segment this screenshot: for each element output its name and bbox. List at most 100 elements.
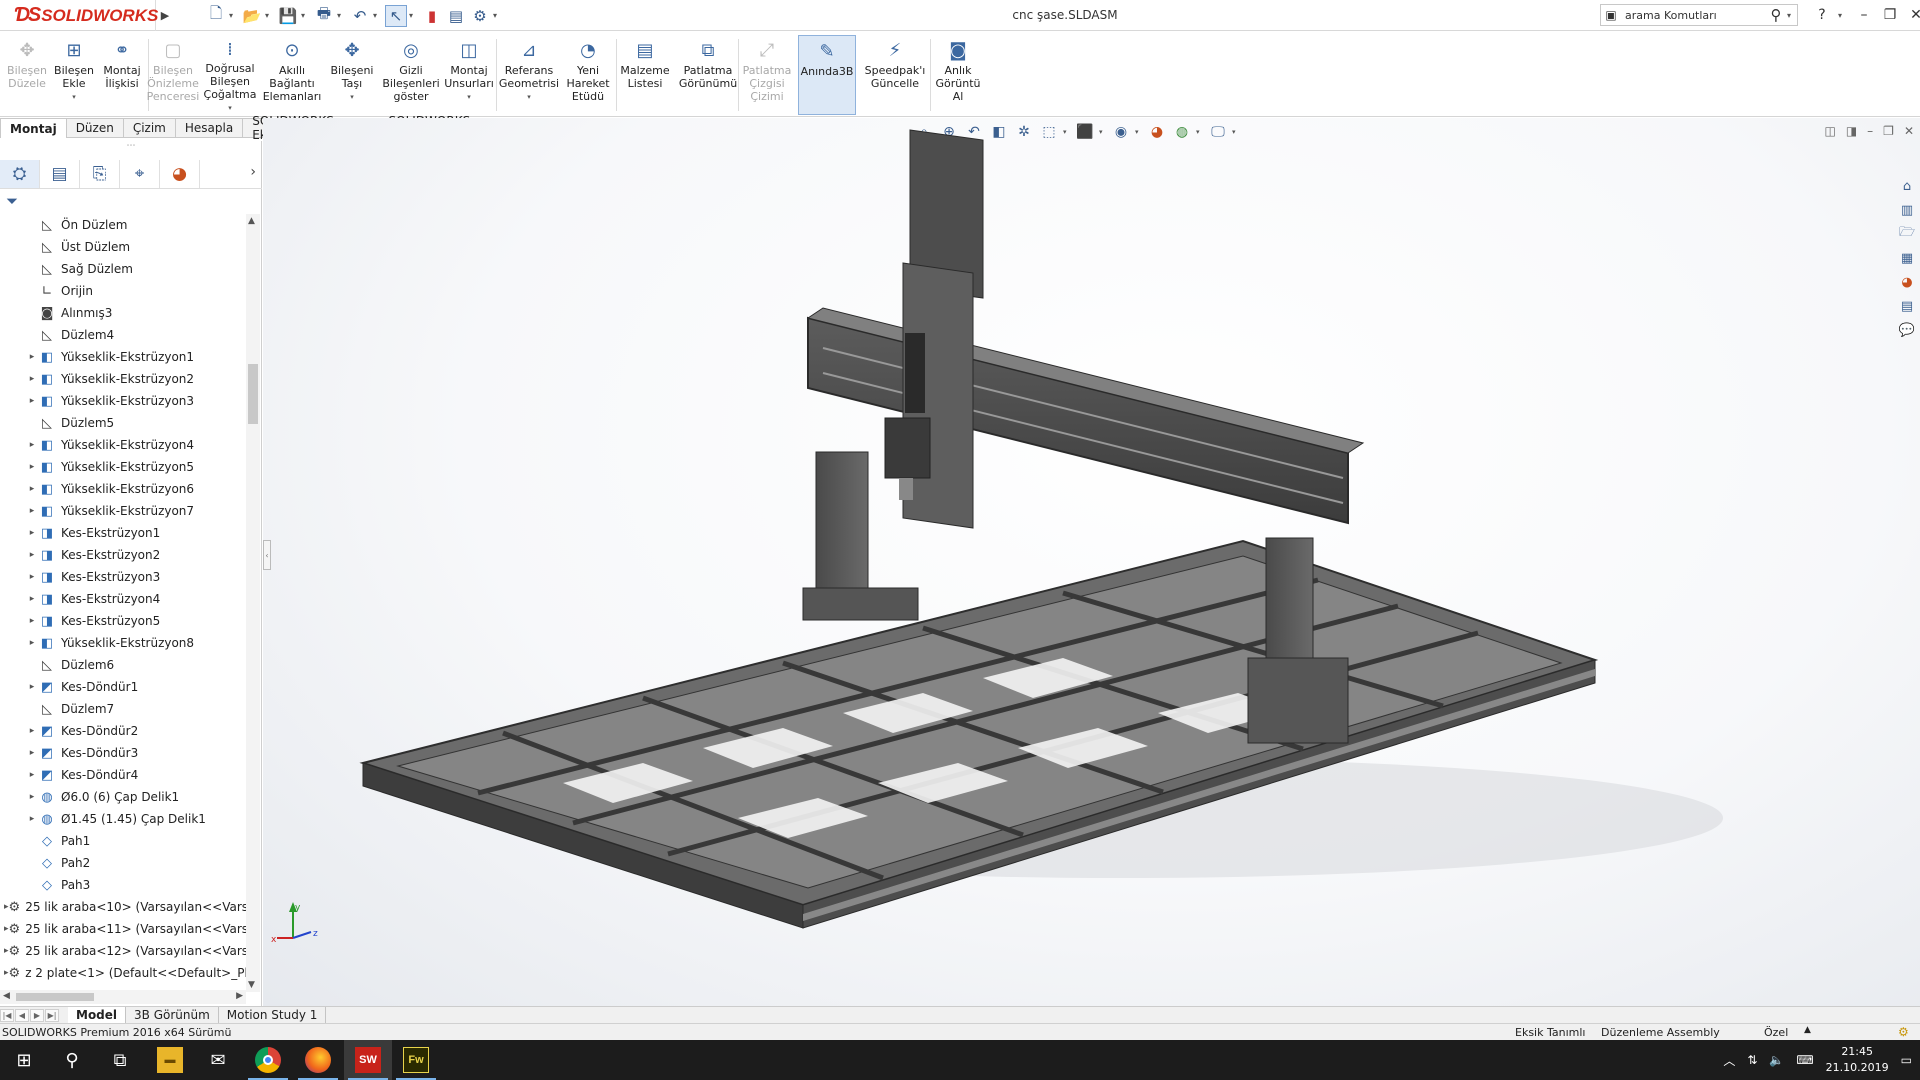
chrome-icon[interactable] xyxy=(244,1040,292,1080)
tree-item[interactable]: ▸ ⚙ z 2 plate<1> (Default<<Default>_Pho xyxy=(0,962,246,984)
search-dropdown[interactable]: ▾ xyxy=(1787,11,1797,20)
tree-item[interactable]: ◺ Düzlem4 xyxy=(0,324,246,346)
save-dropdown[interactable]: ▾ xyxy=(301,11,311,20)
options-gear-icon[interactable]: ⚙ xyxy=(469,5,491,27)
tree-item[interactable]: ▸ ◩ Kes-Döndür4 xyxy=(0,764,246,786)
expand-arrow-icon[interactable]: ▸ xyxy=(26,792,38,802)
tree-item[interactable]: ▸ ⚙ 25 lik araba<11> (Varsayılan<<Varsay xyxy=(0,918,246,940)
scroll-down-arrow[interactable]: ▼ xyxy=(248,980,255,990)
ribbon-button-reference-geometry[interactable]: ⊿ Referans Geometrisi ▾ xyxy=(498,35,560,115)
tray-expand-icon[interactable]: ︿ xyxy=(1723,1052,1735,1069)
ribbon-button-motion-study[interactable]: ◔ Yeni Hareket Etüdü xyxy=(562,35,614,115)
ribbon-button-linear-pattern[interactable]: ⁞ Doğrusal Bileşen Çoğaltma ▾ xyxy=(200,35,260,115)
configuration-manager-tab-icon[interactable]: ⎘ xyxy=(80,159,120,188)
tree-item[interactable]: ◺ Sağ Düzlem xyxy=(0,258,246,280)
tree-item[interactable]: ▸ ◧ Yükseklik-Ekstrüzyon1 xyxy=(0,346,246,368)
scroll-right-arrow[interactable]: ▶ xyxy=(236,991,243,1001)
expand-arrow-icon[interactable]: ▸ xyxy=(26,770,38,780)
expand-arrow-icon[interactable]: ▸ xyxy=(26,726,38,736)
tree-item[interactable]: ∟ Orijin xyxy=(0,280,246,302)
undo-icon[interactable]: ↶ xyxy=(349,5,371,27)
scroll-up-arrow[interactable]: ▲ xyxy=(248,216,255,226)
panel-grip[interactable]: ⋯ xyxy=(0,141,262,155)
save-icon[interactable]: 💾 xyxy=(277,5,299,27)
undo-dropdown[interactable]: ▾ xyxy=(373,11,383,20)
tree-item[interactable]: ▸ ◨ Kes-Ekstrüzyon2 xyxy=(0,544,246,566)
dimxpert-tab-icon[interactable]: ⌖ xyxy=(120,159,160,188)
bottom-tab-motion-study-1[interactable]: Motion Study 1 xyxy=(219,1007,327,1023)
ribbon-button-component-preview[interactable]: ▢ Bileşen Önizleme Penceresi xyxy=(146,35,200,115)
tab-hesapla[interactable]: Hesapla xyxy=(175,118,244,138)
expand-arrow-icon[interactable]: ▸ xyxy=(26,506,38,516)
cnc-chassis-model[interactable] xyxy=(263,118,1920,1006)
expand-arrow-icon[interactable]: ▸ xyxy=(26,374,38,384)
tree-item[interactable]: ◺ Düzlem5 xyxy=(0,412,246,434)
expand-arrow-icon[interactable]: ▸ xyxy=(26,638,38,648)
tree-item[interactable]: ▸ ◨ Kes-Ekstrüzyon3 xyxy=(0,566,246,588)
new-document-icon[interactable]: 🗋 xyxy=(205,4,227,27)
search-icon[interactable]: ⚲ xyxy=(48,1040,96,1080)
tree-item[interactable]: ▸ ◧ Yükseklik-Ekstrüzyon3 xyxy=(0,390,246,412)
tree-item[interactable]: ▸ ◧ Yükseklik-Ekstrüzyon4 xyxy=(0,434,246,456)
chevron-down-icon[interactable]: ▾ xyxy=(527,91,531,104)
expand-arrow-icon[interactable]: ▸ xyxy=(26,352,38,362)
volume-icon[interactable]: 🔈 xyxy=(1769,1053,1784,1067)
tree-item[interactable]: ▸ ⚙ 25 lik araba<10> (Varsayılan<<Varsay xyxy=(0,896,246,918)
new-dropdown[interactable]: ▾ xyxy=(229,11,239,20)
ribbon-button-insert-component[interactable]: ⊞ Bileşen Ekle ▾ xyxy=(52,35,96,115)
tree-item[interactable]: ▸ ◨ Kes-Ekstrüzyon1 xyxy=(0,522,246,544)
expand-arrow-icon[interactable]: ▸ xyxy=(26,748,38,758)
chevron-down-icon[interactable]: ▾ xyxy=(72,91,76,104)
units-up-arrow[interactable]: ▲ xyxy=(1804,1025,1811,1035)
help-icon[interactable]: ? xyxy=(1812,7,1832,23)
tree-item[interactable]: ▸ ◩ Kes-Döndür2 xyxy=(0,720,246,742)
display-manager-tab-icon[interactable]: ◕ xyxy=(160,159,200,188)
open-dropdown[interactable]: ▾ xyxy=(265,11,275,20)
tree-item[interactable]: ▸ ◧ Yükseklik-Ekstrüzyon6 xyxy=(0,478,246,500)
ribbon-button-snapshot[interactable]: ◙ Anlık Görüntü Al xyxy=(932,35,984,115)
rebuild-icon[interactable]: ▮ xyxy=(421,5,443,27)
tree-item[interactable]: ▸ ⚙ 25 lik araba<12> (Varsayılan<<Varsay xyxy=(0,940,246,962)
tree-item[interactable]: ◇ Pah3 xyxy=(0,874,246,896)
file-properties-icon[interactable]: ▤ xyxy=(445,5,467,27)
expand-arrow-icon[interactable]: ▸ xyxy=(26,396,38,406)
command-search-box[interactable]: ▣ arama Komutları ⚲ ▾ xyxy=(1600,4,1798,26)
expand-arrow-icon[interactable]: ▸ xyxy=(26,440,38,450)
ribbon-button-move-component[interactable]: ✥ Bileşen Düzele xyxy=(4,35,50,115)
minimize-button[interactable]: – xyxy=(1854,7,1874,23)
tree-item[interactable]: ▸ ◩ Kes-Döndür3 xyxy=(0,742,246,764)
keyboard-icon[interactable]: ⌨ xyxy=(1796,1053,1813,1067)
tree-item[interactable]: ▸ ◧ Yükseklik-Ekstrüzyon7 xyxy=(0,500,246,522)
ribbon-button-instant3d[interactable]: ✎ Anında3B xyxy=(798,35,856,115)
tree-item[interactable]: ◺ Üst Düzlem xyxy=(0,236,246,258)
scroll-left-arrow[interactable]: ◀ xyxy=(3,991,10,1001)
search-icon[interactable]: ⚲ xyxy=(1765,6,1787,24)
solidworks-icon[interactable]: SW xyxy=(344,1040,392,1080)
tree-item[interactable]: ▸ ◩ Kes-Döndür1 xyxy=(0,676,246,698)
tree-item[interactable]: ▸ ◨ Kes-Ekstrüzyon5 xyxy=(0,610,246,632)
expand-arrow-icon[interactable]: ▸ xyxy=(26,572,38,582)
feature-tree-tab-icon[interactable]: ⛭ xyxy=(0,159,40,188)
last-tab-arrow[interactable]: ▶| xyxy=(45,1008,59,1022)
ribbon-button-mate[interactable]: ⚭ Montaj İlişkisi xyxy=(98,35,146,115)
tree-item[interactable]: ▸ ◍ Ø6.0 (6) Çap Delik1 xyxy=(0,786,246,808)
clock[interactable]: 21:45 21.10.2019 xyxy=(1826,1044,1889,1076)
tree-item[interactable]: ▸ ◍ Ø1.45 (1.45) Çap Delik1 xyxy=(0,808,246,830)
tree-item[interactable]: ◇ Pah1 xyxy=(0,830,246,852)
tab--izim[interactable]: Çizim xyxy=(123,118,176,138)
chevron-down-icon[interactable]: ▾ xyxy=(228,102,232,115)
print-icon[interactable]: 🖶 xyxy=(313,4,335,27)
select-cursor-icon[interactable]: ↖ xyxy=(385,4,407,27)
menu-expand-arrow[interactable]: ▶ xyxy=(157,0,173,31)
ribbon-button-bom[interactable]: ▤ Malzeme Listesi xyxy=(620,35,670,115)
graphics-area[interactable]: ‹ ⌕ ⊕ ↶ ◧ ✲ ⬚▾ ⬛▾ ◉▾ ◕ ◍▾ 🖵▾ ◫ ◨ – ❐ ✕ ⌂… xyxy=(263,118,1920,1006)
ribbon-button-explode-line[interactable]: ⤢ Patlatma Çizgisi Çizimi xyxy=(740,35,794,115)
rebuild-status-icon[interactable]: ⚙ xyxy=(1898,1025,1909,1039)
tree-item[interactable]: ◺ Düzlem6 xyxy=(0,654,246,676)
mail-icon[interactable]: ✉ xyxy=(194,1040,242,1080)
more-tabs-arrow[interactable]: › xyxy=(250,164,256,180)
first-tab-arrow[interactable]: |◀ xyxy=(0,1008,14,1022)
fireworks-icon[interactable]: Fw xyxy=(392,1040,440,1080)
ribbon-button-show-hidden[interactable]: ◎ Gizli Bileşenleri göster xyxy=(382,35,439,115)
close-button[interactable]: ✕ xyxy=(1906,7,1920,23)
